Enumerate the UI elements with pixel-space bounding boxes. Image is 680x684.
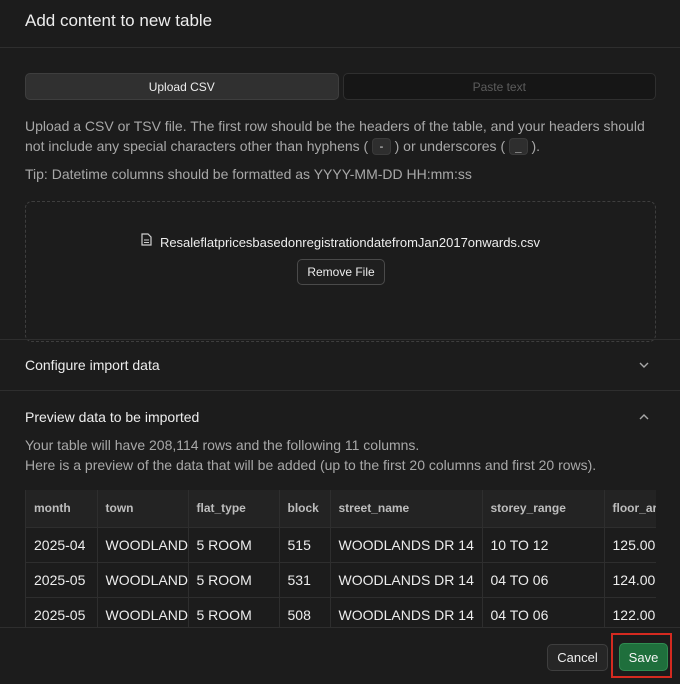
table-header-row: month town flat_type block street_name s… — [26, 490, 656, 528]
tab-upload-csv[interactable]: Upload CSV — [25, 73, 339, 100]
datetime-tip: Tip: Datetime columns should be formatte… — [25, 166, 472, 182]
preview-table: month town flat_type block street_name s… — [26, 490, 656, 627]
table-cell: 5 ROOM — [188, 597, 280, 627]
column-header: storey_range — [482, 490, 605, 528]
table-cell: WOODLANDS DR 14 — [330, 527, 483, 563]
table-cell: 515 — [279, 527, 331, 563]
file-icon — [141, 233, 152, 251]
save-button[interactable]: Save — [619, 643, 668, 671]
description-text: ). — [531, 138, 541, 154]
table-cell: WOODLANDS DR 14 — [330, 597, 483, 627]
table-row: 2025-04 WOODLANDS 5 ROOM 515 WOODLANDS D… — [26, 527, 656, 563]
table-cell: 5 ROOM — [188, 562, 280, 598]
dialog-header: Add content to new table — [0, 0, 680, 48]
table-cell: 125.00 — [604, 527, 656, 563]
table-row: 2025-05 WOODLANDS 5 ROOM 531 WOODLANDS D… — [26, 562, 656, 598]
column-header: street_name — [330, 490, 483, 528]
row-count-summary: Your table will have 208,114 rows and th… — [25, 437, 420, 453]
table-cell: WOODLANDS DR 14 — [330, 562, 483, 598]
file-name: Resaleflatpricesbasedonregistrationdatef… — [159, 234, 541, 250]
table-cell: 2025-04 — [26, 527, 98, 563]
dialog-footer: Cancel Save — [0, 627, 680, 684]
table-row: 2025-05 WOODLANDS 5 ROOM 508 WOODLANDS D… — [26, 597, 656, 627]
file-row: Resaleflatpricesbasedonregistrationdatef… — [26, 233, 655, 251]
column-header: block — [279, 490, 331, 528]
table-cell: WOODLANDS — [97, 597, 189, 627]
chevron-down-icon[interactable] — [636, 357, 652, 373]
chevron-up-icon[interactable] — [636, 409, 652, 425]
column-header: floor_area — [604, 490, 656, 528]
column-header: month — [26, 490, 98, 528]
table-cell: 531 — [279, 562, 331, 598]
preview-info: Your table will have 208,114 rows and th… — [25, 435, 665, 475]
upload-description: Upload a CSV or TSV file. The first row … — [25, 116, 665, 156]
cancel-button[interactable]: Cancel — [547, 644, 608, 671]
preview-table-container[interactable]: month town flat_type block street_name s… — [25, 490, 656, 627]
dialog-title: Add content to new table — [25, 11, 213, 30]
table-cell: 04 TO 06 — [482, 562, 605, 598]
table-cell: 2025-05 — [26, 562, 98, 598]
divider — [0, 390, 680, 391]
table-cell: 122.00 — [604, 597, 656, 627]
description-text: ) or underscores ( — [394, 138, 506, 154]
hyphen-code: - — [372, 138, 391, 155]
table-cell: WOODLANDS — [97, 562, 189, 598]
table-cell: 508 — [279, 597, 331, 627]
table-cell: 124.00 — [604, 562, 656, 598]
table-cell: 04 TO 06 — [482, 597, 605, 627]
table-cell: WOODLANDS — [97, 527, 189, 563]
preview-data-header[interactable]: Preview data to be imported — [25, 409, 199, 425]
configure-import-header[interactable]: Configure import data — [25, 357, 160, 373]
file-dropzone[interactable]: Resaleflatpricesbasedonregistrationdatef… — [25, 201, 656, 342]
divider — [0, 339, 680, 340]
table-cell: 5 ROOM — [188, 527, 280, 563]
table-cell: 2025-05 — [26, 597, 98, 627]
remove-file-button[interactable]: Remove File — [297, 259, 385, 285]
description-text: Upload a CSV or TSV file. The first row … — [25, 118, 645, 154]
column-header: flat_type — [188, 490, 280, 528]
underscore-code: _ — [509, 138, 528, 155]
tab-paste-text[interactable]: Paste text — [342, 73, 656, 100]
column-header: town — [97, 490, 189, 528]
source-tabs: Upload CSV Paste text — [25, 73, 656, 100]
preview-note: Here is a preview of the data that will … — [25, 457, 597, 473]
table-cell: 10 TO 12 — [482, 527, 605, 563]
